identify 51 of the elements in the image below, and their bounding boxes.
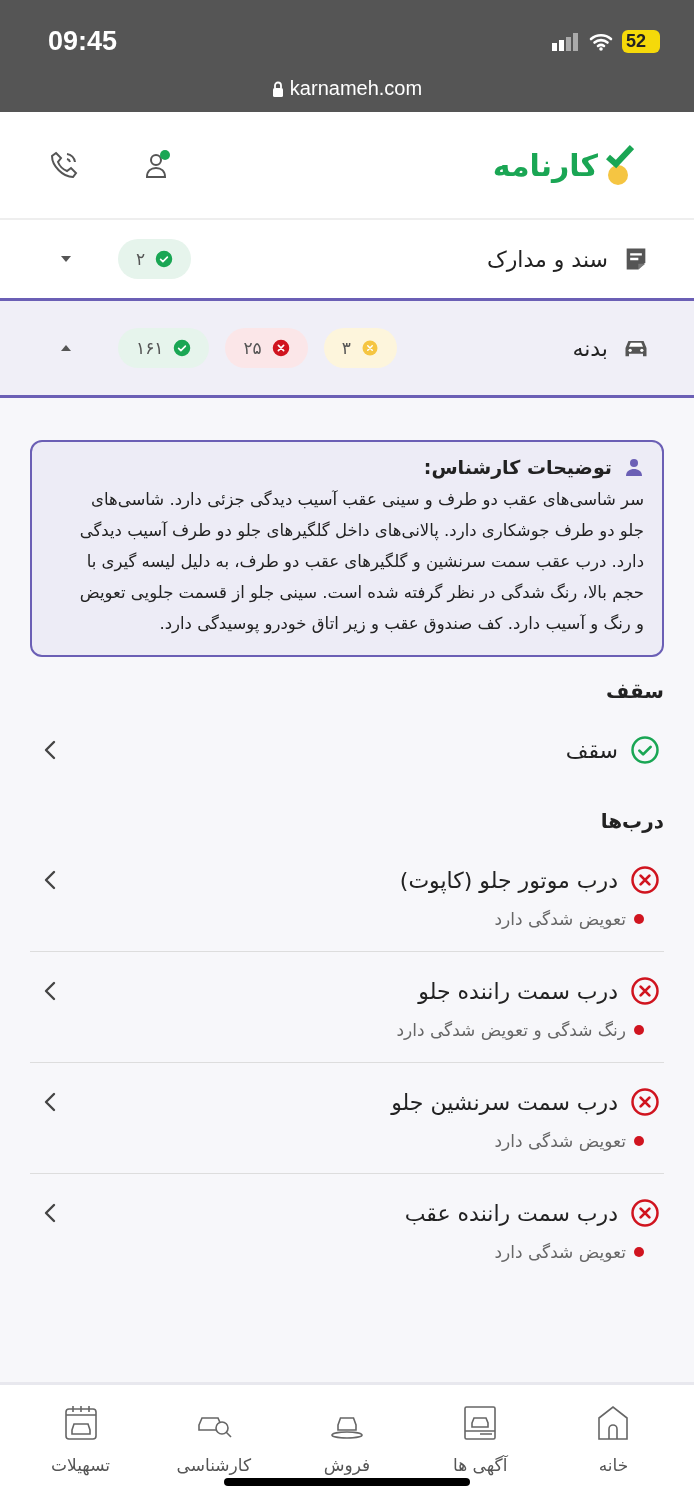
- inspection-row[interactable]: درب موتور جلو (کاپوت) تعویض شدگی دارد: [30, 841, 664, 952]
- count-badge: ۱۶۱: [118, 328, 210, 368]
- item-note: رنگ شدگی و تعویض شدگی دارد: [396, 1020, 626, 1040]
- inspection-row[interactable]: درب سمت راننده عقب تعویض شدگی دارد: [30, 1174, 664, 1284]
- inspection-row[interactable]: سقف: [30, 711, 664, 787]
- chevron-left-icon: [44, 870, 56, 890]
- wifi-icon: [588, 32, 613, 51]
- chevron-left-icon: [44, 1203, 56, 1223]
- nav-tab[interactable]: کارشناسی: [147, 1385, 281, 1500]
- nav-tab[interactable]: فروش: [280, 1385, 414, 1500]
- item-note: تعویض شدگی دارد: [494, 1131, 626, 1151]
- item-name: درب سمت راننده عقب: [403, 1200, 618, 1226]
- address-bar[interactable]: karnameh.com: [271, 77, 423, 100]
- item-name: درب موتور جلو (کاپوت): [398, 867, 618, 893]
- nav-tab[interactable]: تسهیلات: [14, 1385, 148, 1500]
- count-badge: ۳: [323, 328, 397, 368]
- phone-icon[interactable]: [48, 149, 80, 181]
- check-medal-icon: [604, 142, 634, 188]
- status-dot: [634, 914, 644, 924]
- chevron-left-icon: [44, 740, 56, 760]
- lock-icon: [271, 80, 284, 97]
- caret-down-icon: [60, 255, 72, 263]
- nav-tab[interactable]: خانه: [546, 1385, 680, 1500]
- person-icon: [624, 457, 644, 477]
- chevron-left-icon: [44, 1092, 56, 1112]
- chevron-left-icon: [44, 981, 56, 1001]
- inspection-row[interactable]: درب سمت راننده جلو رنگ شدگی و تعویض شدگی دارد: [30, 952, 664, 1063]
- item-note: تعویض شدگی دارد: [494, 909, 626, 929]
- caret-up-icon: [60, 344, 72, 352]
- item-note: تعویض شدگی دارد: [494, 1242, 626, 1262]
- item-name: سقف: [564, 737, 618, 763]
- item-name: درب سمت راننده جلو: [416, 978, 618, 1004]
- category-header[interactable]: بدنه ۳ ۲۵ ۱۶۱: [0, 301, 694, 398]
- inspection-row[interactable]: درب سمت سرنشین جلو تعویض شدگی دارد: [30, 1063, 664, 1174]
- count-badge: ۲: [118, 239, 192, 279]
- category-header[interactable]: سند و مدارک ۲: [0, 220, 694, 301]
- clock-time: 09:45: [48, 26, 118, 57]
- status-dot: [634, 1247, 644, 1257]
- nav-tab[interactable]: آگهی ها: [413, 1385, 547, 1500]
- item-name: درب سمت سرنشین جلو: [389, 1089, 618, 1115]
- status-dot: [634, 1136, 644, 1146]
- count-badge: ۲۵: [225, 328, 308, 368]
- battery-level: 52: [621, 30, 660, 53]
- group-title: درب‌ها: [599, 809, 664, 833]
- note-text: سر شاسی‌های عقب دو طرف و سینی عقب آسیب دیدگی جزئی دارد. شاسی‌های جلو دو طرف جوشکاری دارد. پالانی‌های داخل گلگیرهای جلو دو طرف آسیب دیدگی دارد. درب عقب سمت سرنشین و گلگیرهای عقب دو طرف، به دلیل لیسه گیری با حجم بالا، رنگ شدگی در نظر گرفته شده است. سینی جلو از قسمت جلویی تعویض و رنگ و آسیب دارد. کف صندوق عقب و زیر اتاق خودرو پوسیدگی دارد.: [78, 489, 644, 636]
- group-title: سقف: [605, 679, 664, 703]
- category-title: بدنه: [571, 335, 608, 361]
- signal-icon: [551, 32, 580, 51]
- status-dot: [634, 1025, 644, 1035]
- category-title: سند و مدارک: [486, 246, 608, 272]
- note-title: توضیحات کارشناس:: [423, 456, 612, 478]
